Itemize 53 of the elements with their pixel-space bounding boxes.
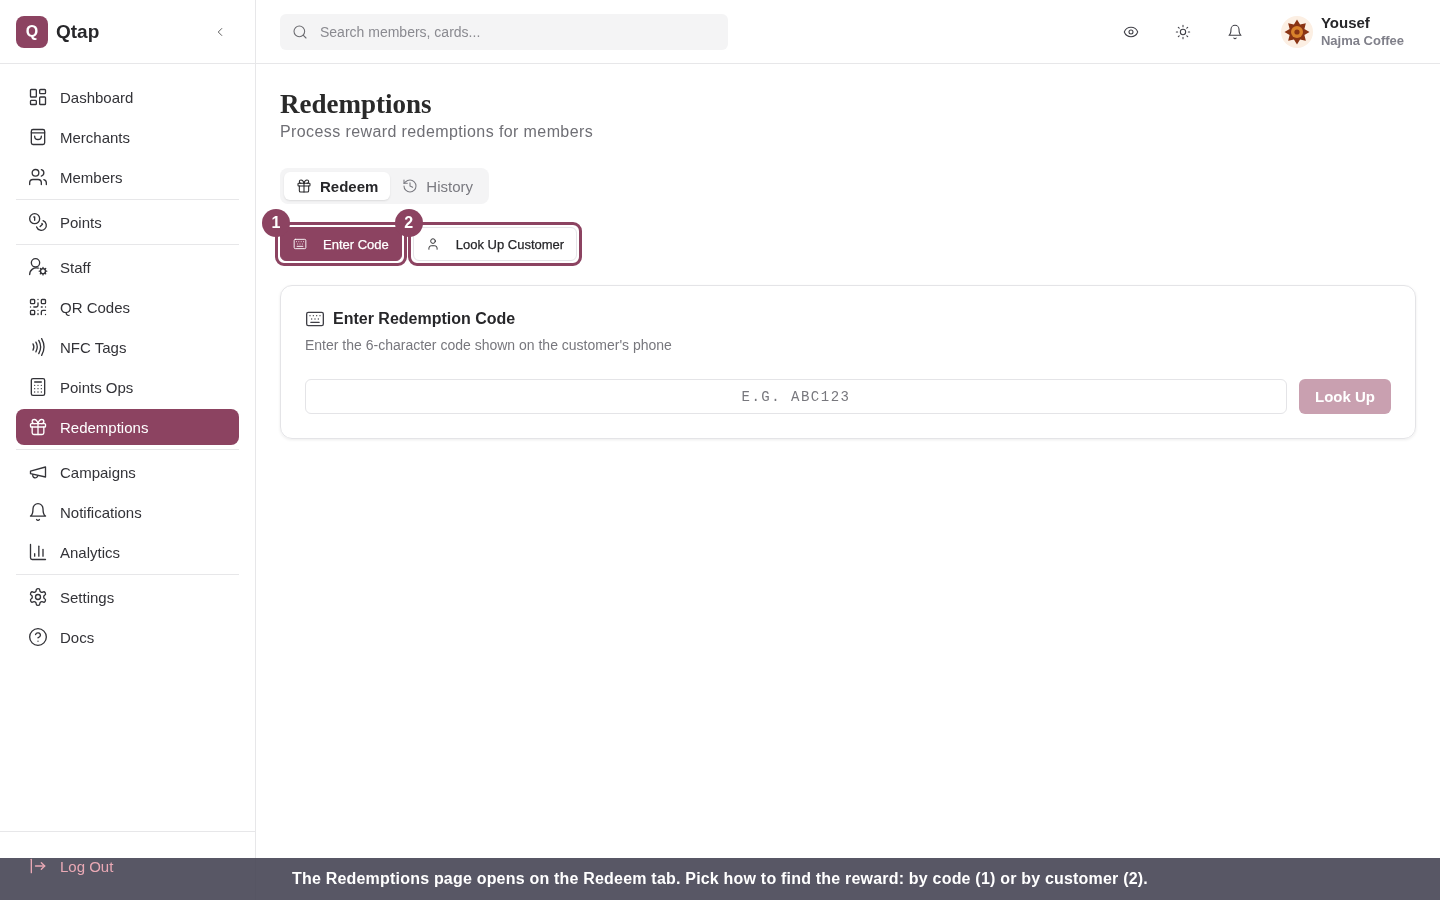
logo-mark: Q — [16, 15, 48, 48]
nav-item[interactable]: Dashboard — [16, 79, 239, 115]
nav-item[interactable]: Points Ops — [16, 369, 239, 405]
business-name: Najma Coffee — [1320, 32, 1404, 49]
page-subtitle: Process reward redemptions for members — [280, 122, 595, 142]
nav-item[interactable]: Points — [16, 204, 239, 240]
page-title: Redemptions — [280, 88, 433, 120]
calculator-icon — [28, 377, 48, 397]
keyboard-icon — [293, 237, 307, 251]
user-name: Yousef — [1320, 14, 1371, 32]
qr-code-icon — [28, 297, 48, 317]
keyboard-icon — [305, 309, 325, 329]
card-title: Enter Redemption Code — [333, 310, 516, 328]
nav-item[interactable]: Settings — [16, 579, 239, 615]
nav-item[interactable]: Analytics — [16, 534, 239, 570]
users-icon — [28, 167, 48, 187]
tab[interactable]: Redeem — [284, 172, 391, 200]
mode-button[interactable]: Look Up Customer — [412, 227, 578, 261]
nav-item[interactable]: NFC Tags — [16, 329, 239, 365]
tab[interactable]: History — [390, 172, 486, 200]
history-icon — [402, 178, 419, 194]
nav-item[interactable]: Staff — [16, 249, 239, 285]
card-description: Enter the 6-character code shown on the customer's phone — [305, 336, 673, 355]
bell-icon — [1226, 23, 1243, 40]
search-field[interactable]: Search members, cards... — [280, 13, 728, 50]
user-gear-icon — [28, 257, 48, 277]
bell-icon — [28, 502, 48, 522]
user-icon — [425, 237, 440, 251]
brand-name: Qtap — [56, 20, 101, 43]
help-icon — [28, 627, 48, 647]
shopping-bag-icon — [28, 127, 48, 147]
gift-icon — [296, 178, 312, 194]
logout-icon — [28, 856, 48, 876]
nav-item[interactable]: Campaigns — [16, 454, 239, 490]
mode-button[interactable]: Enter Code — [280, 227, 402, 261]
gift-icon — [28, 417, 48, 437]
logout-button[interactable]: Log Out — [16, 848, 239, 884]
nav-item[interactable]: Merchants — [16, 119, 239, 155]
nav-item[interactable]: QR Codes — [16, 289, 239, 325]
nav-item[interactable]: Redemptions — [16, 409, 239, 445]
search-icon — [292, 23, 308, 40]
bar-chart-icon — [28, 542, 48, 562]
step-badge: 1 — [262, 209, 290, 237]
coins-icon — [28, 212, 48, 232]
nav-item[interactable]: Docs — [16, 619, 239, 655]
grid-icon — [28, 87, 48, 107]
nav-item[interactable]: Members — [16, 159, 239, 195]
step-badge: 2 — [394, 209, 423, 237]
code-input[interactable]: E.G. ABC123 — [305, 379, 1287, 414]
business-logo-icon[interactable] — [1280, 15, 1313, 48]
nav-item[interactable]: Notifications — [16, 494, 239, 530]
sun-icon — [1174, 23, 1191, 40]
settings-icon — [28, 587, 48, 607]
